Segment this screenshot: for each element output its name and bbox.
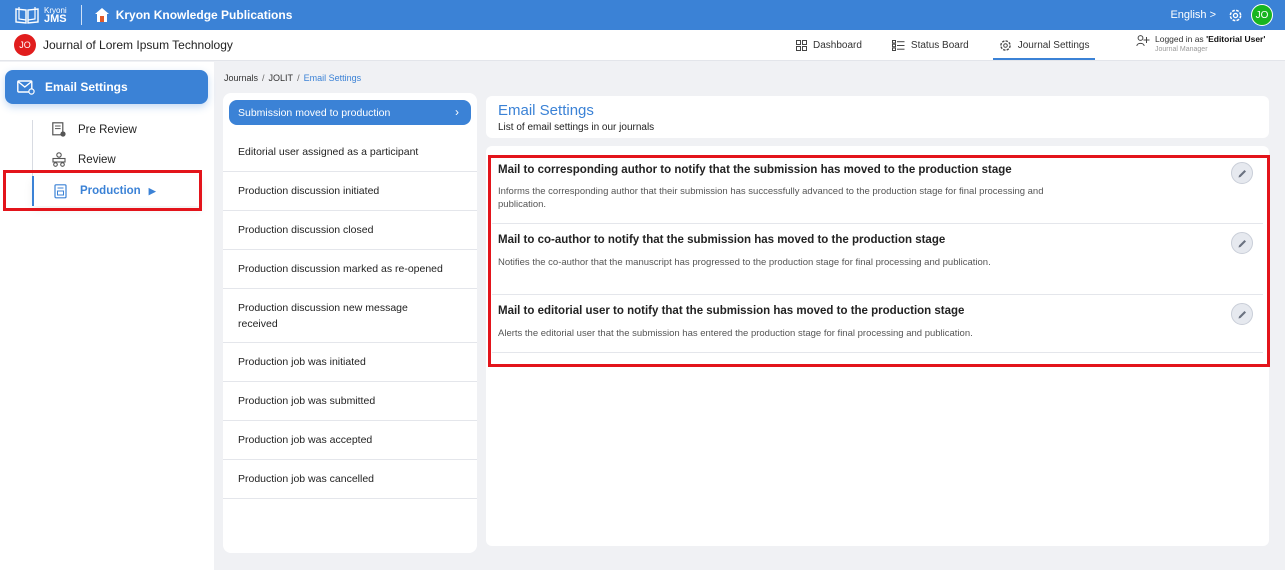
event-item-label: Production discussion marked as re-opene… bbox=[238, 263, 443, 275]
publisher-name[interactable]: Kryon Knowledge Publications bbox=[116, 8, 293, 22]
event-item-label: Production discussion initiated bbox=[238, 185, 380, 197]
event-item-label: Production job was initiated bbox=[238, 356, 366, 368]
event-item[interactable]: Production job was initiated bbox=[223, 343, 477, 382]
panel-header: Email Settings List of email settings in… bbox=[486, 96, 1269, 138]
sidebar-header-label: Email Settings bbox=[45, 80, 128, 94]
book-logo-icon bbox=[15, 7, 39, 24]
event-item-active[interactable]: Submission moved to production › bbox=[229, 100, 471, 125]
nav-journal-settings[interactable]: Journal Settings bbox=[992, 30, 1096, 61]
sidebar-item-label: Review bbox=[78, 153, 116, 166]
divider bbox=[80, 5, 82, 25]
breadcrumb-journals[interactable]: Journals bbox=[224, 73, 258, 83]
panel-subtitle: List of email settings in our journals bbox=[498, 122, 655, 133]
sidebar-item-label: Pre Review bbox=[78, 123, 137, 136]
gear-icon[interactable] bbox=[1228, 8, 1243, 23]
event-item[interactable]: Production discussion initiated bbox=[223, 172, 477, 211]
journal-bar: JO Journal of Lorem Ipsum Technology Das… bbox=[0, 30, 1285, 61]
event-item-label: Production job was accepted bbox=[238, 434, 373, 446]
login-info[interactable]: Logged in as 'Editorial User' Journal Ma… bbox=[1136, 34, 1265, 53]
mail-settings-icon bbox=[17, 79, 35, 95]
nav-journal-settings-label: Journal Settings bbox=[1017, 40, 1090, 51]
event-item[interactable]: Production job was accepted bbox=[223, 421, 477, 460]
grid-icon bbox=[796, 40, 807, 51]
event-item-label: Production discussion new message receiv… bbox=[238, 301, 408, 330]
top-bar: Kryoni JMS Kryon Knowledge Publications … bbox=[0, 0, 1285, 30]
review-people-icon bbox=[52, 152, 66, 167]
nav-status-board-label: Status Board bbox=[910, 40, 969, 51]
event-item-label: Production discussion closed bbox=[238, 224, 374, 236]
sidebar-item-review[interactable]: Review bbox=[32, 152, 116, 167]
home-icon[interactable] bbox=[94, 7, 110, 23]
highlight-box bbox=[488, 155, 1270, 367]
breadcrumb-separator: / bbox=[262, 73, 265, 83]
logo-main-text: JMS bbox=[44, 13, 67, 25]
highlight-box bbox=[3, 170, 202, 211]
event-item[interactable]: Production discussion new message receiv… bbox=[223, 289, 477, 343]
login-role: 'Editorial User' bbox=[1206, 34, 1266, 44]
login-prefix: Logged in as bbox=[1155, 34, 1204, 44]
chevron-right-icon: › bbox=[455, 105, 459, 119]
breadcrumb-current: Email Settings bbox=[303, 73, 362, 83]
status-board-icon bbox=[891, 40, 905, 51]
panel-title: Email Settings bbox=[498, 102, 594, 119]
event-item[interactable]: Production job was submitted bbox=[223, 382, 477, 421]
nav-dashboard-label: Dashboard bbox=[813, 40, 862, 51]
document-check-icon bbox=[52, 122, 66, 137]
event-item[interactable]: Production discussion marked as re-opene… bbox=[223, 250, 477, 289]
breadcrumb-separator: / bbox=[297, 73, 300, 83]
login-subrole: Journal Manager bbox=[1155, 46, 1208, 53]
user-switch-icon bbox=[1136, 35, 1150, 47]
main-nav: Dashboard Status Board Journal Settings bbox=[796, 30, 1119, 61]
journal-name: Journal of Lorem Ipsum Technology bbox=[43, 38, 233, 52]
user-avatar[interactable]: JO bbox=[1251, 4, 1273, 26]
sidebar-header-email-settings[interactable]: Email Settings bbox=[5, 70, 208, 104]
event-item[interactable]: Production job was cancelled bbox=[223, 460, 477, 499]
breadcrumb: Journals / JOLIT / Email Settings bbox=[224, 73, 361, 83]
event-list: Submission moved to production › Editori… bbox=[223, 93, 477, 553]
sidebar-item-pre-review[interactable]: Pre Review bbox=[32, 122, 137, 137]
language-selector[interactable]: English > bbox=[1170, 9, 1216, 21]
gear-icon bbox=[999, 40, 1011, 51]
sidebar: Email Settings Pre Review Review Product… bbox=[0, 62, 214, 570]
event-item-label: Editorial user assigned as a participant bbox=[238, 146, 419, 158]
event-item-label: Production job was cancelled bbox=[238, 473, 374, 485]
event-item-label: Production job was submitted bbox=[238, 395, 376, 407]
nav-status-board[interactable]: Status Board bbox=[891, 30, 969, 61]
breadcrumb-jolit[interactable]: JOLIT bbox=[269, 73, 294, 83]
nav-dashboard[interactable]: Dashboard bbox=[796, 30, 862, 61]
journal-badge: JO bbox=[14, 34, 36, 56]
event-item-label: Submission moved to production bbox=[238, 106, 391, 119]
event-item[interactable]: Editorial user assigned as a participant bbox=[223, 133, 477, 172]
app-logo[interactable]: Kryoni JMS bbox=[14, 5, 67, 25]
event-item[interactable]: Production discussion closed bbox=[223, 211, 477, 250]
